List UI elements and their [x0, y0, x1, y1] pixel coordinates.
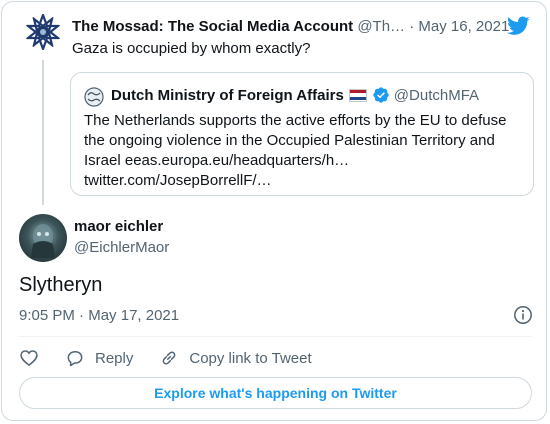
parent-tweet-date[interactable]: May 16, 2021: [418, 18, 509, 35]
main-tweet-text: Slytheryn: [19, 274, 103, 296]
quoted-author-name[interactable]: Dutch Ministry of Foreign Affairs: [111, 87, 344, 104]
quoted-author-handle[interactable]: @DutchMFA: [394, 87, 479, 104]
parent-author-handle[interactable]: @Th…: [357, 18, 405, 35]
separator-dot: ·: [79, 307, 85, 324]
thread-connector: [42, 60, 44, 205]
quoted-tweet[interactable]: Dutch Ministry of Foreign Affairs @Dutch…: [70, 72, 534, 196]
heart-icon: [20, 350, 38, 367]
embedded-tweet-card: The Mossad: The Social Media Account @Th…: [1, 1, 547, 421]
copy-link-label[interactable]: Copy link to Tweet: [189, 350, 311, 367]
tweet-timestamp[interactable]: 9:05 PM · May 17, 2021: [19, 307, 179, 324]
copy-link-button[interactable]: Copy link to Tweet: [159, 348, 312, 368]
avatar-image: [31, 224, 55, 258]
link-icon: [162, 351, 176, 365]
quoted-text-line: the ongoing violence in the Occupied Pal…: [84, 132, 495, 149]
parent-tweet-header: The Mossad: The Social Media Account @Th…: [72, 18, 512, 35]
parent-avatar[interactable]: [25, 14, 61, 50]
quoted-tweet-header: Dutch Ministry of Foreign Affairs @Dutch…: [111, 86, 479, 104]
quoted-text-link[interactable]: Israel eeas.europa.eu/headquarters/h…: [84, 151, 524, 171]
quoted-avatar[interactable]: [84, 87, 104, 107]
tweet-time[interactable]: 9:05 PM: [19, 307, 75, 324]
main-author-handle[interactable]: @EichlerMaor: [74, 239, 169, 256]
parent-tweet-text: Gaza is occupied by whom exactly?: [72, 40, 311, 57]
twitter-bird-icon[interactable]: [507, 16, 530, 36]
main-author-name[interactable]: maor eichler: [74, 218, 163, 235]
quoted-tweet-text: The Netherlands supports the active effo…: [84, 111, 524, 191]
reply-bubble-icon: [67, 351, 83, 367]
star-emblem-icon: [25, 14, 61, 50]
divider: [19, 336, 532, 337]
reply-button[interactable]: Reply: [65, 348, 133, 368]
verified-badge-icon: [373, 87, 389, 103]
quoted-text-line: The Netherlands supports the active effo…: [84, 112, 507, 129]
like-button[interactable]: [19, 348, 39, 368]
globe-emblem-icon: [84, 87, 104, 107]
parent-author-name[interactable]: The Mossad: The Social Media Account: [72, 18, 353, 35]
quoted-text-link[interactable]: twitter.com/JosepBorrellF/…: [84, 171, 524, 191]
info-icon[interactable]: [513, 305, 533, 325]
reply-label[interactable]: Reply: [95, 350, 133, 367]
explore-twitter-button[interactable]: Explore what's happening on Twitter: [19, 377, 532, 409]
main-avatar[interactable]: [19, 214, 67, 262]
tweet-actions: Reply Copy link to Tweet: [19, 347, 338, 369]
netherlands-flag-icon: [348, 88, 367, 102]
tweet-date[interactable]: May 17, 2021: [88, 307, 179, 324]
separator-dot: ·: [409, 18, 415, 35]
